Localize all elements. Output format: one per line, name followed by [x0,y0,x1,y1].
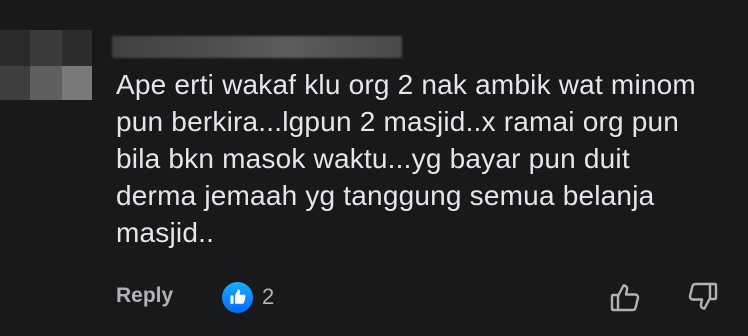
reaction-summary[interactable]: 2 [222,280,274,314]
reaction-count: 2 [262,284,275,309]
comment-text: Ape erti wakaf klu org 2 nak ambik wat m… [116,69,696,248]
avatar[interactable] [0,30,92,100]
thumbs-up-icon[interactable] [608,280,642,314]
reply-button[interactable]: Reply [116,284,173,308]
thumbs-down-icon[interactable] [686,280,720,314]
like-icon [222,281,253,313]
author-name-redacted[interactable] [112,36,402,58]
